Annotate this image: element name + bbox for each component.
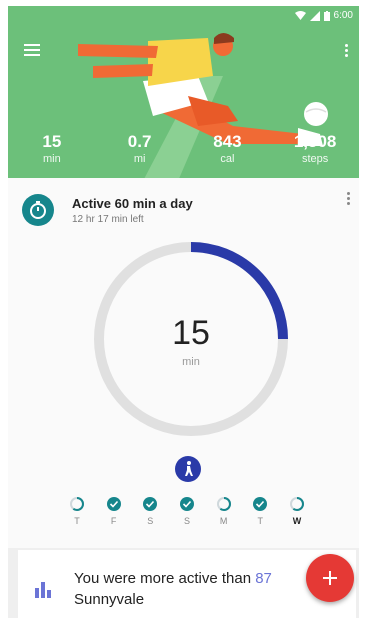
progress-ring: 15 min <box>90 238 292 440</box>
day-label: S <box>183 516 190 526</box>
partial-progress-icon <box>289 497 304 511</box>
check-circle-icon <box>179 497 194 511</box>
stat-steps: 1,508 steps <box>271 132 359 166</box>
stat-unit: min <box>43 153 61 165</box>
daily-stats: 15 min 0.7 mi 843 cal 1,508 steps <box>8 132 359 166</box>
day-label: T <box>74 516 80 526</box>
add-activity-button[interactable] <box>306 554 354 602</box>
timer-icon <box>22 194 54 226</box>
day-label: T <box>257 516 264 526</box>
stat-minutes: 15 min <box>8 132 96 166</box>
goal-card[interactable]: Active 60 min a day 12 hr 17 min left 15… <box>8 178 359 548</box>
day-label: W <box>292 516 302 526</box>
status-bar: 6:00 <box>294 10 353 21</box>
stat-unit: mi <box>133 153 146 165</box>
insight-highlight: 87 <box>255 570 272 587</box>
day-label: M <box>219 516 228 526</box>
goal-time-left: 12 hr 17 min left <box>72 214 144 225</box>
day-indicator: F <box>101 496 127 526</box>
insight-location: Sunnyvale <box>74 591 145 608</box>
plus-icon <box>323 571 337 585</box>
stat-unit: steps <box>301 153 329 165</box>
partial-progress-icon <box>70 497 84 511</box>
day-indicator: T <box>247 496 273 526</box>
stat-unit: cal <box>220 153 235 165</box>
overflow-menu-icon[interactable] <box>343 44 349 60</box>
goal-progress-unit: min <box>182 356 200 368</box>
day-indicator: M <box>211 496 237 526</box>
goal-title: Active 60 min a day <box>72 196 193 211</box>
day-label: S <box>147 516 154 526</box>
status-time: 6:00 <box>333 10 353 21</box>
day-indicator: S <box>137 496 163 526</box>
check-circle-icon <box>106 497 121 511</box>
walking-icon <box>175 456 201 482</box>
day-indicator: W <box>284 496 310 526</box>
goal-progress-value: 15 <box>172 314 210 352</box>
day-label: F <box>110 516 117 526</box>
check-circle-icon <box>253 497 268 511</box>
partial-progress-icon <box>216 497 231 511</box>
day-indicator: S <box>174 496 200 526</box>
stat-value: 0.7 <box>127 132 152 151</box>
signal-icon <box>309 10 320 21</box>
check-circle-icon <box>143 497 158 511</box>
wifi-icon <box>294 11 306 20</box>
header-banner: 6:00 15 min 0.7 mi 843 cal 1,508 steps <box>8 6 359 178</box>
weekly-progress: TFSSMTW <box>64 496 310 526</box>
stat-value: 1,508 <box>293 132 337 151</box>
menu-icon[interactable] <box>24 44 42 58</box>
stat-calories: 843 cal <box>184 132 272 166</box>
insight-text: You were more active than 87 Sunnyvale <box>74 568 272 610</box>
bar-chart-icon <box>35 582 51 598</box>
insight-text-main: You were more active than <box>74 570 256 587</box>
insight-card[interactable]: You were more active than 87 Sunnyvale <box>18 550 356 618</box>
stat-value: 843 <box>213 132 242 151</box>
stat-distance: 0.7 mi <box>96 132 184 166</box>
card-overflow-menu-icon[interactable] <box>345 192 351 208</box>
app-screen: 6:00 15 min 0.7 mi 843 cal 1,508 steps A… <box>8 6 359 618</box>
battery-icon <box>323 10 330 21</box>
day-indicator: T <box>64 496 90 526</box>
stat-value: 15 <box>42 132 62 151</box>
